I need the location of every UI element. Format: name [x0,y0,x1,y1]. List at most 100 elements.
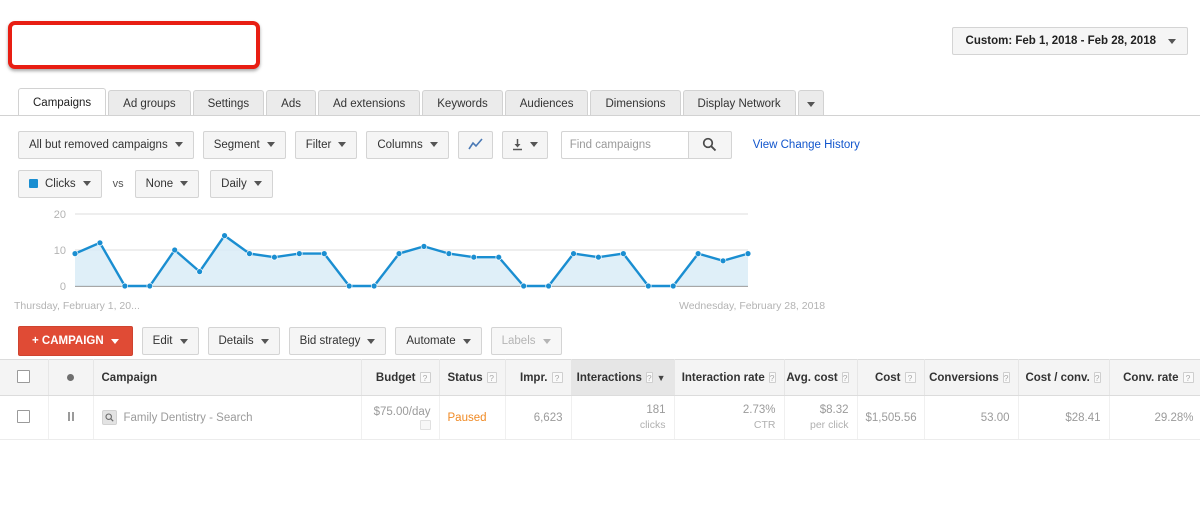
date-range-selector[interactable]: Custom: Feb 1, 2018 - Feb 28, 2018 [951,27,1188,55]
edit-button[interactable]: Edit [141,327,199,355]
view-change-history-link[interactable]: View Change History [753,139,860,151]
row-status-icon-cell[interactable] [48,395,94,440]
tab-ad-extensions[interactable]: Ad extensions [318,90,421,116]
row-budget-cell[interactable]: $75.00/day [361,395,440,440]
header-budget[interactable]: Budget ? [361,359,440,396]
tab-display-network[interactable]: Display Network [682,90,796,116]
tab-ad-groups[interactable]: Ad groups [108,90,191,116]
tab-keywords[interactable]: Keywords [422,90,503,116]
tab-campaigns[interactable]: Campaigns [18,88,107,116]
redaction-box [8,21,260,69]
columns-button[interactable]: Columns [366,130,449,159]
chevron-down-icon [1168,38,1176,44]
details-button[interactable]: Details [207,327,280,355]
automate-button[interactable]: Automate [395,327,482,355]
filter-button[interactable]: Filter [294,130,358,159]
avg-cost-value: $8.32 [819,403,849,416]
primary-metric-dropdown[interactable]: Clicks [18,169,102,198]
chart-x-end-label: Wednesday, February 28, 2018 [679,300,826,312]
sort-descending-icon: ▼ [656,372,666,383]
header-select-all[interactable] [0,359,49,396]
chevron-down-icon [367,338,376,344]
header-conv-rate-label: Conv. rate [1123,371,1179,384]
filter-toolbar: All but removed campaigns Segment Filter… [0,116,1200,162]
campaign-scope-dropdown[interactable]: All but removed campaigns [18,130,194,159]
edit-budget-icon[interactable] [419,419,431,430]
row-campaign-cell[interactable]: Family Dentistry - Search [93,395,362,440]
header-interaction-rate[interactable]: Interaction rate ? [674,359,785,396]
table-row[interactable]: Family Dentistry - Search $75.00/day Pau… [0,395,1200,440]
row-checkbox[interactable] [17,409,31,423]
download-button[interactable] [501,130,548,159]
help-icon[interactable]: ? [1182,372,1194,383]
tab-dimensions[interactable]: Dimensions [590,90,681,116]
bid-strategy-button[interactable]: Bid strategy [288,327,387,355]
header-interactions-label: Interactions [576,371,642,384]
search-button[interactable] [687,130,732,159]
tab-audiences[interactable]: Audiences [504,90,589,116]
select-all-checkbox[interactable] [17,369,31,383]
header-campaign-label: Campaign [101,371,158,384]
row-status-cell[interactable]: Paused [439,395,506,440]
help-icon[interactable]: ? [841,372,849,383]
help-icon[interactable]: ? [486,372,497,383]
help-icon[interactable]: ? [768,372,776,383]
header-budget-label: Budget [375,371,416,384]
header-status[interactable]: Status ? [439,359,506,396]
help-icon[interactable]: ? [1093,372,1101,383]
interaction-rate-value: 2.73% [742,403,776,416]
svg-text:20: 20 [54,209,66,221]
tab-settings[interactable]: Settings [192,90,265,116]
chart-toggle-button[interactable] [457,130,493,159]
chevron-down-icon [462,338,471,344]
search-icon [703,137,717,152]
pause-icon[interactable] [67,411,74,421]
header-status-icon [48,359,94,396]
segment-button[interactable]: Segment [202,130,286,159]
filter-label: Filter [305,138,332,151]
top-bar: Custom: Feb 1, 2018 - Feb 28, 2018 [0,0,1200,88]
chevron-down-icon [529,142,538,147]
header-conv-rate[interactable]: Conv. rate ? [1109,359,1200,396]
campaigns-table: Campaign Budget ? Status ? Impr. ? Inter… [0,359,1200,440]
tab-ads[interactable]: Ads [266,90,316,116]
interactions-value: 181 [646,403,666,416]
header-interactions[interactable]: Interactions ? ▼ [571,359,675,396]
header-avg-cost[interactable]: Avg. cost ? [784,359,858,396]
help-icon[interactable]: ? [551,372,563,383]
new-campaign-button[interactable]: + CAMPAIGN [18,326,133,356]
svg-text:0: 0 [60,281,66,293]
help-icon[interactable]: ? [419,372,431,383]
labels-button[interactable]: Labels [490,327,562,355]
help-icon[interactable]: ? [904,372,916,383]
secondary-metric-label: None [145,177,174,190]
help-icon[interactable]: ? [645,372,653,383]
columns-label: Columns [377,138,423,151]
cost-value: $1,505.56 [865,411,917,424]
granularity-dropdown[interactable]: Daily [210,169,273,198]
search-group [560,130,732,159]
tab-underline [0,115,1200,116]
status-dot-icon [67,373,74,381]
impressions-value: 6,623 [533,411,563,424]
chevron-down-icon [542,338,551,344]
budget-value: $75.00/day [373,405,431,418]
campaign-name[interactable]: Family Dentistry - Search [124,412,253,424]
header-cost-per-conv[interactable]: Cost / conv. ? [1018,359,1110,396]
tab-bar: Campaigns Ad groups Settings Ads Ad exte… [0,88,1200,116]
help-icon[interactable]: ? [1002,372,1010,383]
header-impressions[interactable]: Impr. ? [505,359,572,396]
chevron-down-icon [253,181,262,186]
granularity-label: Daily [221,177,247,190]
header-campaign[interactable]: Campaign [93,359,362,396]
search-input[interactable] [560,130,688,159]
row-interactions-cell: 181 clicks [571,395,675,440]
header-cost[interactable]: Cost ? [857,359,925,396]
header-conversions[interactable]: Conversions ? [924,359,1019,396]
header-status-label: Status [447,371,483,384]
header-impressions-label: Impr. [520,371,548,384]
row-select-cell[interactable] [0,395,49,440]
interactions-unit: clicks [639,419,666,432]
tab-overflow-button[interactable] [797,90,824,116]
secondary-metric-dropdown[interactable]: None [134,169,200,198]
